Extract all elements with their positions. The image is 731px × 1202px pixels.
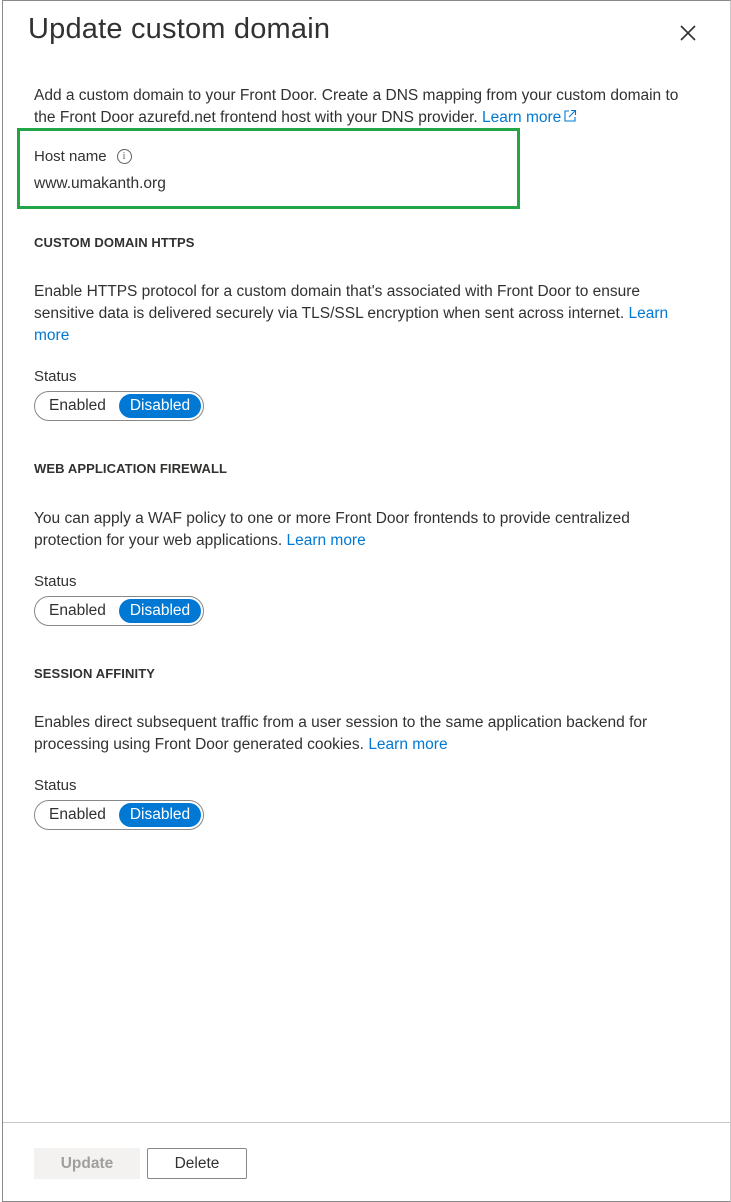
footer-divider [3, 1122, 731, 1123]
https-description: Enable HTTPS protocol for a custom domai… [34, 283, 669, 344]
waf-disabled-option[interactable]: Disabled [119, 599, 201, 623]
intro-text: Add a custom domain to your Front Door. … [34, 87, 679, 126]
waf-section-heading: WEB APPLICATION FIREWALL [34, 461, 228, 476]
update-custom-domain-panel: Update custom domain Add a custom domain… [2, 0, 731, 1202]
external-link-icon [564, 109, 577, 122]
close-icon[interactable] [677, 22, 699, 44]
affinity-learn-more-link[interactable]: Learn more [368, 736, 447, 753]
affinity-status-label: Status [34, 777, 77, 794]
https-section-heading: CUSTOM DOMAIN HTTPS [34, 235, 195, 250]
update-button[interactable]: Update [34, 1148, 140, 1179]
intro-paragraph: Add a custom domain to your Front Door. … [34, 85, 704, 129]
host-name-value: www.umakanth.org [34, 175, 166, 192]
https-enabled-option[interactable]: Enabled [37, 394, 119, 418]
intro-learn-more-link[interactable]: Learn more [482, 109, 577, 126]
affinity-status-toggle[interactable]: Enabled Disabled [34, 800, 204, 830]
https-disabled-option[interactable]: Disabled [119, 394, 201, 418]
waf-status-label: Status [34, 573, 77, 590]
host-name-label: Host name [34, 148, 107, 165]
https-status-label: Status [34, 368, 77, 385]
waf-description: You can apply a WAF policy to one or mor… [34, 510, 630, 549]
panel-title: Update custom domain [28, 13, 331, 45]
https-status-toggle[interactable]: Enabled Disabled [34, 391, 204, 421]
affinity-section-heading: SESSION AFFINITY [34, 666, 156, 681]
delete-button[interactable]: Delete [147, 1148, 247, 1179]
host-name-label-row: Host name i [34, 148, 132, 165]
waf-learn-more-link[interactable]: Learn more [286, 532, 365, 549]
affinity-description: Enables direct subsequent traffic from a… [34, 714, 648, 753]
waf-status-toggle[interactable]: Enabled Disabled [34, 596, 204, 626]
affinity-enabled-option[interactable]: Enabled [37, 803, 119, 827]
host-name-highlight [17, 128, 520, 209]
affinity-disabled-option[interactable]: Disabled [119, 803, 201, 827]
waf-enabled-option[interactable]: Enabled [37, 599, 119, 623]
info-icon[interactable]: i [116, 149, 132, 164]
